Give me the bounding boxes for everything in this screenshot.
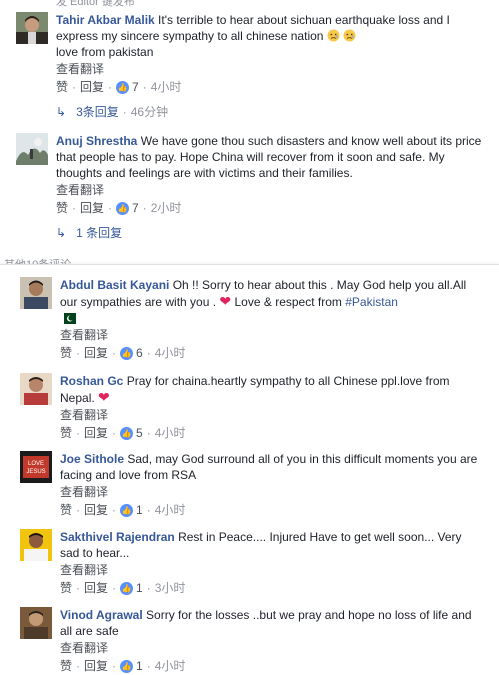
- timestamp[interactable]: 2小时: [151, 199, 182, 217]
- like-count[interactable]: 7: [132, 78, 139, 96]
- reply-button[interactable]: 回复: [84, 657, 108, 675]
- reply-button[interactable]: 回复: [80, 78, 104, 96]
- timestamp[interactable]: 4小时: [155, 424, 186, 442]
- see-translation-link[interactable]: 查看翻译: [56, 60, 486, 78]
- heart-icon: ❤: [219, 293, 232, 309]
- like-button[interactable]: 赞: [60, 424, 72, 442]
- view-replies-link[interactable]: 3条回复: [76, 104, 119, 120]
- thumbs-up-icon[interactable]: 👍: [116, 80, 130, 94]
- hashtag-link[interactable]: #Pakistan: [345, 295, 398, 309]
- svg-text:LOVE: LOVE: [28, 461, 44, 467]
- view-replies-link[interactable]: 1 条回复: [76, 225, 122, 241]
- comment-actions: 赞 · 回复 · 👍 7 · 4小时: [56, 78, 182, 96]
- timestamp[interactable]: 4小时: [151, 78, 182, 96]
- comment-text: Abdul Basit Kayani Oh !! Sorry to hear a…: [60, 277, 480, 326]
- comment-author[interactable]: Anuj Shrestha: [56, 134, 137, 148]
- thumbs-up-icon[interactable]: 👍: [120, 581, 134, 595]
- like-count[interactable]: 1: [136, 657, 143, 675]
- comment-author[interactable]: Abdul Basit Kayani: [60, 278, 169, 292]
- like-count[interactable]: 1: [136, 501, 143, 519]
- avatar[interactable]: [20, 529, 52, 561]
- comment-author[interactable]: Tahir Akbar Malik: [56, 13, 155, 27]
- comment-text: Anuj Shrestha We have gone thou such dis…: [56, 133, 486, 181]
- cutoff-text-top: 发 Editor 键发布: [56, 0, 135, 8]
- comment-author[interactable]: Sakthivel Rajendran: [60, 530, 175, 544]
- like-count[interactable]: 6: [136, 344, 143, 362]
- comment-author[interactable]: Vinod Agrawal: [60, 608, 143, 622]
- comment-body-part2: Love & respect from: [234, 295, 342, 309]
- timestamp[interactable]: 4小时: [155, 344, 186, 362]
- see-translation-link[interactable]: 查看翻译: [60, 483, 480, 501]
- comment-text: Sakthivel Rajendran Rest in Peace.... In…: [60, 529, 480, 561]
- like-button[interactable]: 赞: [60, 501, 72, 519]
- see-translation-link[interactable]: 查看翻译: [60, 326, 480, 344]
- comments-panel-top: 发 Editor 键发布 Tahir Akbar Malik It's terr…: [0, 0, 499, 271]
- reply-button[interactable]: 回复: [84, 579, 108, 597]
- thumbs-up-icon[interactable]: 👍: [120, 346, 134, 360]
- avatar[interactable]: [20, 277, 52, 309]
- see-translation-link[interactable]: 查看翻译: [60, 406, 480, 424]
- avatar[interactable]: [20, 607, 52, 639]
- see-translation-link[interactable]: 查看翻译: [60, 639, 480, 657]
- like-count[interactable]: 5: [136, 424, 143, 442]
- see-translation-link[interactable]: 查看翻译: [56, 181, 486, 199]
- replies-row[interactable]: ↳ 1 条回复: [56, 225, 122, 241]
- comment-actions: 赞 · 回复 · 👍 5 · 4小时: [60, 424, 186, 442]
- reply-button[interactable]: 回复: [80, 199, 104, 217]
- avatar[interactable]: [16, 133, 48, 165]
- comment-author[interactable]: Joe Sithole: [60, 452, 124, 466]
- like-button[interactable]: 赞: [60, 579, 72, 597]
- timestamp[interactable]: 4小时: [155, 501, 186, 519]
- comment-text: Tahir Akbar Malik It's terrible to hear …: [56, 12, 486, 60]
- timestamp[interactable]: 3小时: [155, 579, 186, 597]
- like-button[interactable]: 赞: [60, 657, 72, 675]
- reply-arrow-icon: ↳: [56, 226, 67, 240]
- thumbs-up-icon[interactable]: 👍: [120, 503, 134, 517]
- heart-icon: ❤: [98, 389, 110, 405]
- sad-face-icon: [327, 29, 340, 42]
- like-button[interactable]: 赞: [60, 344, 72, 362]
- reply-button[interactable]: 回复: [84, 344, 108, 362]
- reply-button[interactable]: 回复: [84, 424, 108, 442]
- reply-button[interactable]: 回复: [84, 501, 108, 519]
- comment-text: Joe Sithole Sad, may God surround all of…: [60, 451, 480, 483]
- see-translation-link[interactable]: 查看翻译: [60, 561, 480, 579]
- timestamp[interactable]: 4小时: [155, 657, 186, 675]
- avatar[interactable]: LOVE JESUS: [20, 451, 52, 483]
- like-count[interactable]: 7: [132, 199, 139, 217]
- like-button[interactable]: 赞: [56, 199, 68, 217]
- comment-text: Roshan Gc Pray for chaina.heartly sympat…: [60, 373, 480, 406]
- comment-body-line2: love from pakistan: [56, 45, 154, 59]
- replies-row[interactable]: ↳ 3条回复 · 46分钟: [56, 104, 168, 120]
- comments-panel-bottom: Abdul Basit Kayani Oh !! Sorry to hear a…: [0, 264, 499, 673]
- reply-arrow-icon: ↳: [56, 105, 67, 119]
- like-count[interactable]: 1: [136, 579, 143, 597]
- replies-time: 46分钟: [130, 105, 169, 119]
- comment-actions: 赞 · 回复 · 👍 1 · 3小时: [60, 579, 186, 597]
- sad-face-icon: [343, 29, 356, 42]
- pakistan-flag-icon: [60, 312, 76, 324]
- thumbs-up-icon[interactable]: 👍: [120, 659, 134, 673]
- avatar[interactable]: [16, 12, 48, 44]
- comment-actions: 赞 · 回复 · 👍 7 · 2小时: [56, 199, 182, 217]
- thumbs-up-icon[interactable]: 👍: [116, 201, 130, 215]
- comment-actions: 赞 · 回复 · 👍 1 · 4小时: [60, 501, 186, 519]
- comment-author[interactable]: Roshan Gc: [60, 374, 123, 388]
- comment-actions: 赞 · 回复 · 👍 6 · 4小时: [60, 344, 186, 362]
- like-button[interactable]: 赞: [56, 78, 68, 96]
- comment-text: Vinod Agrawal Sorry for the losses ..but…: [60, 607, 480, 639]
- thumbs-up-icon[interactable]: 👍: [120, 426, 134, 440]
- comment-actions: 赞 · 回复 · 👍 1 · 4小时: [60, 657, 186, 675]
- svg-text:JESUS: JESUS: [26, 469, 45, 475]
- avatar[interactable]: [20, 373, 52, 405]
